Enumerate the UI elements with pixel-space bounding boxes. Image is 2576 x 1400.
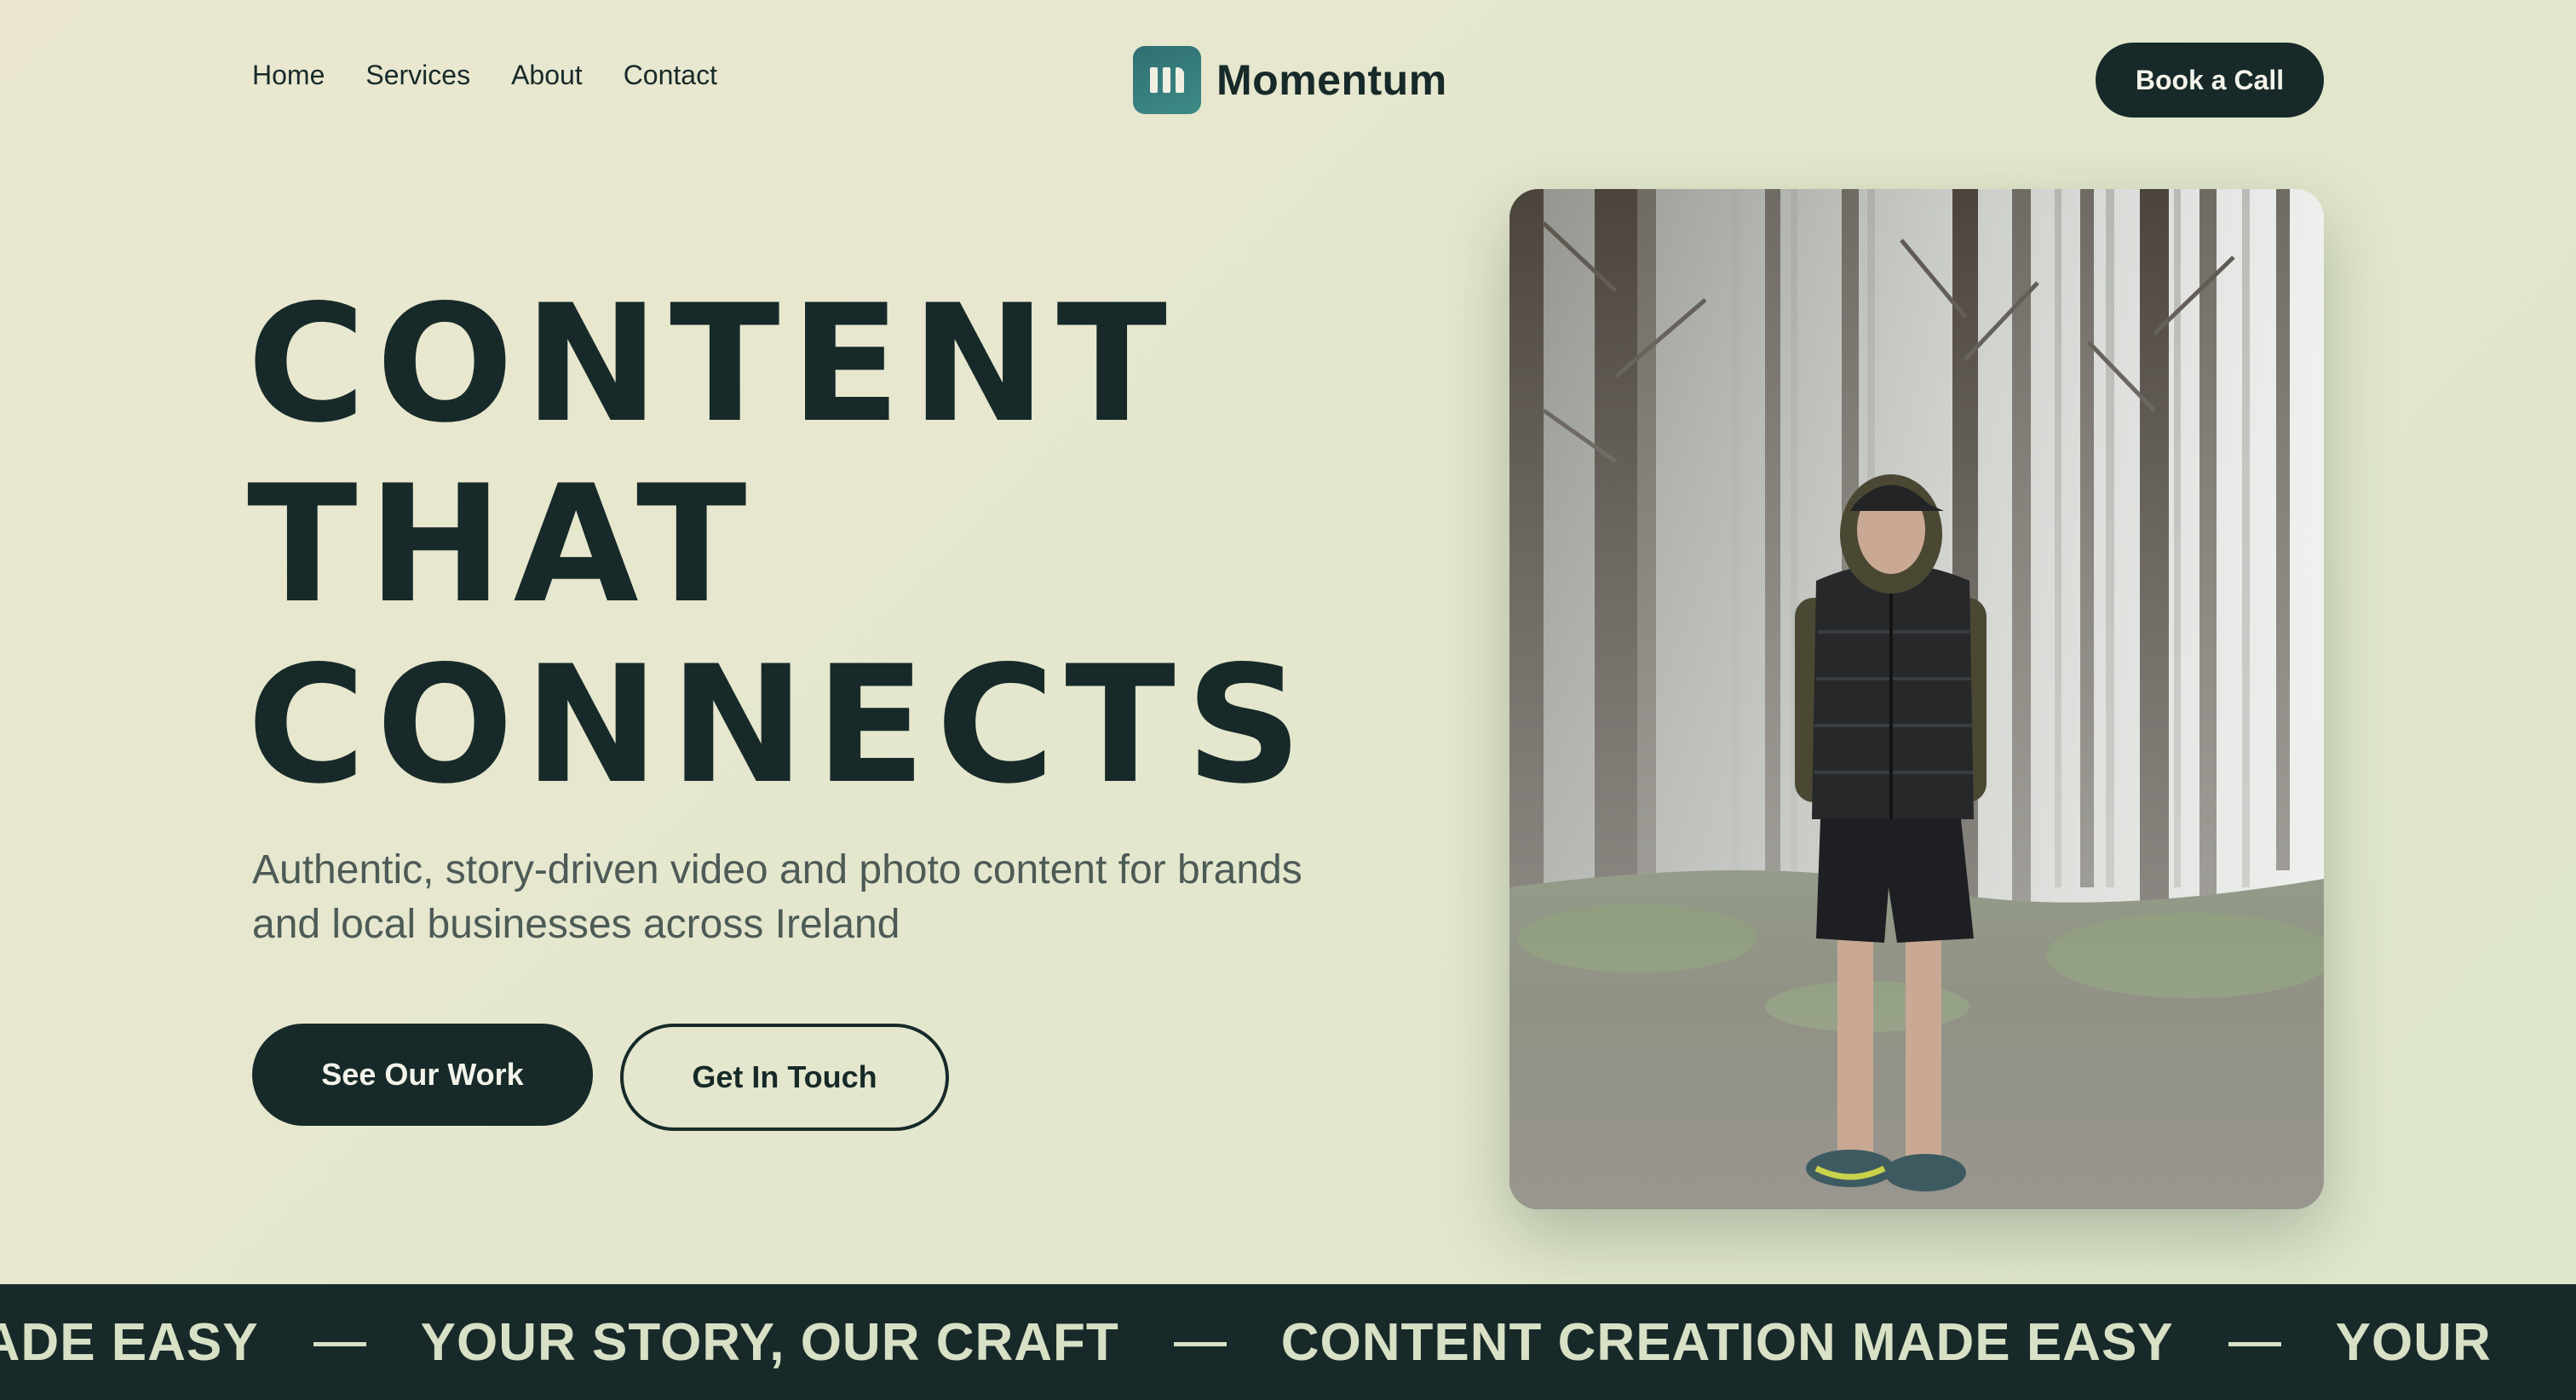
top-navigation: Home Services About Contact Momentum Boo… — [0, 0, 2576, 162]
marquee-item: CONTENT CREATION MADE EASY — [1280, 1312, 2174, 1372]
hero-headline: CONTENT THAT CONNECTS — [247, 274, 1313, 816]
marquee-banner: MADE EASY YOUR STORY, OUR CRAFT CONTENT … — [0, 1284, 2576, 1400]
nav-link-home[interactable]: Home — [252, 60, 325, 91]
marquee-item: YOUR — [2335, 1312, 2492, 1372]
marquee-track: MADE EASY YOUR STORY, OUR CRAFT CONTENT … — [0, 1284, 2492, 1400]
dash-separator-icon — [1173, 1341, 1227, 1346]
brand-name: Momentum — [1216, 56, 1447, 104]
get-in-touch-button[interactable]: Get In Touch — [620, 1024, 949, 1131]
nav-link-services[interactable]: Services — [365, 60, 470, 91]
dash-separator-icon — [313, 1341, 366, 1346]
bars-logo-icon — [1133, 46, 1201, 114]
man-in-foggy-forest-photo — [1509, 189, 2324, 1209]
marquee-item: MADE EASY — [0, 1312, 259, 1372]
nav-link-contact[interactable]: Contact — [624, 60, 717, 91]
nav-link-about[interactable]: About — [511, 60, 583, 91]
book-a-call-button[interactable]: Book a Call — [2096, 43, 2324, 118]
brand-logo-link[interactable]: Momentum — [1133, 46, 1447, 114]
nav-links: Home Services About Contact — [252, 60, 717, 91]
hero-subtitle: Authentic, story-driven video and photo … — [252, 847, 1302, 947]
headline-line-3: CONNECTS — [247, 631, 1313, 819]
see-our-work-button[interactable]: See Our Work — [252, 1024, 593, 1126]
marquee-item: YOUR STORY, OUR CRAFT — [420, 1312, 1119, 1372]
headline-line-1: CONTENT — [247, 270, 1177, 458]
headline-line-2: THAT — [247, 450, 757, 639]
hero-photo — [1509, 189, 2324, 1209]
dash-separator-icon — [2228, 1341, 2281, 1346]
